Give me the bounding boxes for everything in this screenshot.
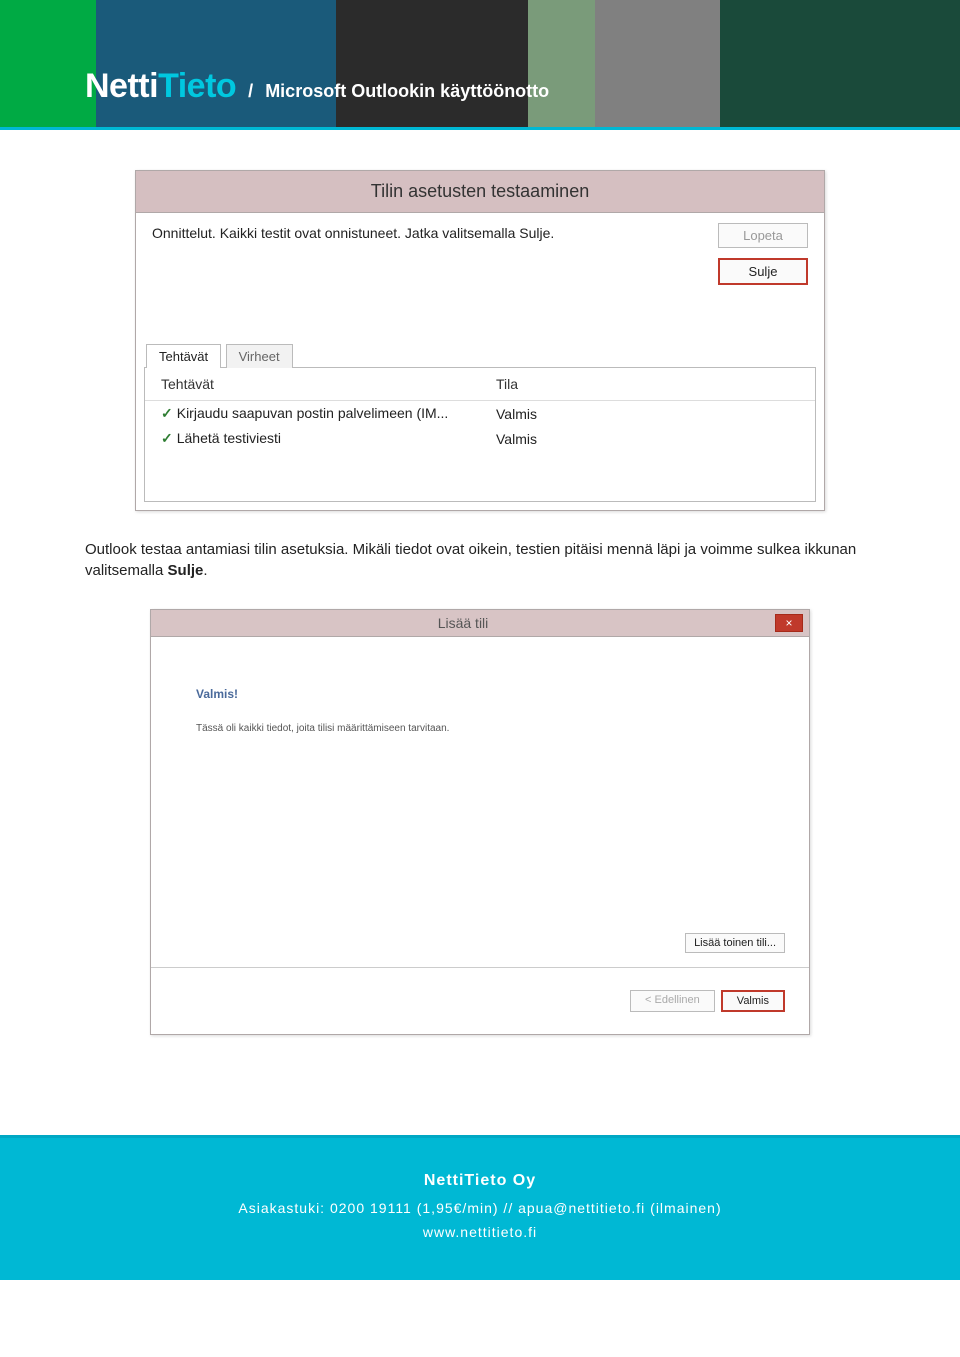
- finish-button[interactable]: Valmis: [721, 990, 785, 1012]
- finished-heading: Valmis!: [196, 687, 764, 701]
- dialog2-titlebar: Lisää tili ×: [151, 610, 809, 637]
- tabs-row: Tehtävät Virheet: [136, 343, 824, 367]
- footer-support-line: Asiakastuki: 0200 19111 (1,95€/min) // a…: [0, 1200, 960, 1216]
- stop-button: Lopeta: [718, 223, 808, 248]
- para-post: .: [203, 562, 207, 579]
- dialog2-body: Valmis! Tässä oli kaikki tiedot, joita t…: [151, 637, 809, 967]
- add-another-account-button[interactable]: Lisää toinen tili...: [685, 933, 785, 953]
- footer-company: NettiTieto Oy: [0, 1172, 960, 1190]
- dialog-button-stack: Lopeta Sulje: [718, 223, 808, 285]
- check-icon: ✓: [161, 430, 173, 447]
- close-icon[interactable]: ×: [775, 614, 803, 632]
- task-state: Valmis: [480, 401, 713, 427]
- close-button[interactable]: Sulje: [718, 258, 808, 285]
- task-label: Kirjaudu saapuvan postin palvelimeen (IM…: [177, 405, 449, 421]
- add-account-dialog: Lisää tili × Valmis! Tässä oli kaikki ti…: [150, 609, 810, 1035]
- table-row: ✓Kirjaudu saapuvan postin palvelimeen (I…: [145, 401, 815, 427]
- logo-part-tieto: Tieto: [158, 67, 236, 105]
- tab-errors[interactable]: Virheet: [226, 344, 293, 368]
- col-state-header: Tila: [480, 368, 713, 401]
- col-task-header: Tehtävät: [145, 368, 480, 401]
- tasks-table: Tehtävät Tila ✓Kirjaudu saapuvan postin …: [145, 368, 815, 501]
- instruction-paragraph: Outlook testaa antamiasi tilin asetuksia…: [85, 539, 875, 581]
- footer-url: www.nettitieto.fi: [0, 1224, 960, 1240]
- tab-tasks[interactable]: Tehtävät: [146, 344, 221, 368]
- task-label: Lähetä testiviesti: [177, 430, 281, 446]
- para-bold: Sulje: [168, 562, 204, 579]
- page-header: NettiTieto / Microsoft Outlookin käyttöö…: [0, 0, 960, 130]
- dialog2-footer: < Edellinen Valmis: [151, 967, 809, 1034]
- logo-part-netti: Netti: [85, 67, 158, 105]
- task-state: Valmis: [480, 426, 713, 451]
- tasks-panel: Tehtävät Tila ✓Kirjaudu saapuvan postin …: [144, 367, 816, 502]
- dialog2-title: Lisää tili: [151, 615, 775, 631]
- page-title: Microsoft Outlookin käyttöönotto: [265, 81, 549, 102]
- page-footer: NettiTieto Oy Asiakastuki: 0200 19111 (1…: [0, 1135, 960, 1280]
- breadcrumb-slash: /: [248, 81, 253, 102]
- check-icon: ✓: [161, 405, 173, 422]
- content-area: Tilin asetusten testaaminen Onnittelut. …: [0, 130, 960, 1095]
- back-button: < Edellinen: [630, 990, 715, 1012]
- dialog-title: Tilin asetusten testaaminen: [136, 171, 824, 213]
- test-settings-dialog: Tilin asetusten testaaminen Onnittelut. …: [135, 170, 825, 511]
- finished-subtext: Tässä oli kaikki tiedot, joita tilisi mä…: [196, 723, 764, 734]
- dialog-body: Onnittelut. Kaikki testit ovat onnistune…: [136, 213, 824, 343]
- logo: NettiTieto: [85, 67, 236, 106]
- table-row: ✓Lähetä testiviesti Valmis: [145, 426, 815, 451]
- success-message: Onnittelut. Kaikki testit ovat onnistune…: [152, 225, 808, 241]
